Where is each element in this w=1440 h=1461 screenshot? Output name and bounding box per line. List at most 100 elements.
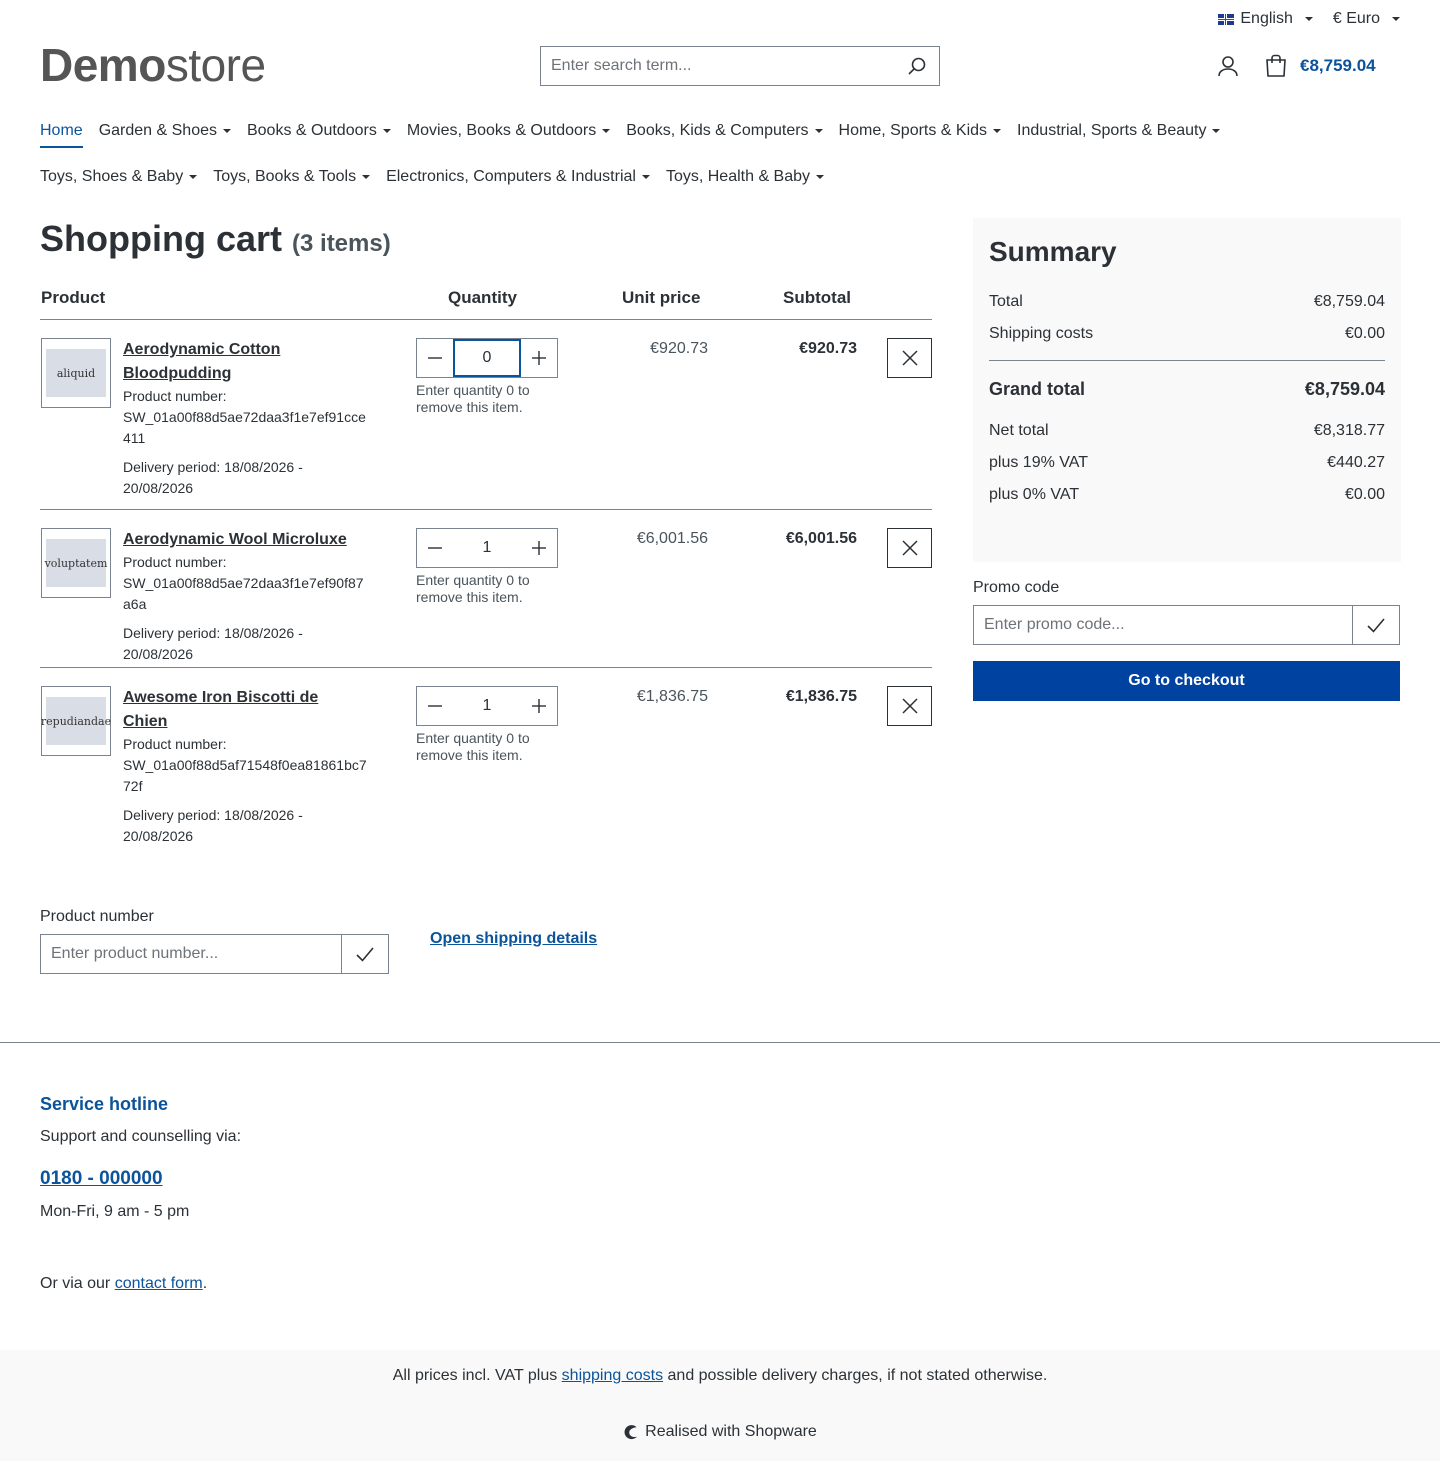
- minus-icon: [428, 705, 442, 707]
- remove-item-button[interactable]: [887, 528, 932, 568]
- language-selector[interactable]: English: [1218, 10, 1313, 28]
- decrease-quantity-button[interactable]: [417, 339, 453, 377]
- delivery-period: Delivery period: 18/08/2026 - 20/08/2026: [123, 625, 303, 662]
- main-navigation: Home Garden & Shoes Books & Outdoors Movies…: [40, 120, 1340, 188]
- footer-bottom: All prices incl. VAT plus shipping costs…: [0, 1350, 1440, 1461]
- apply-promo-button[interactable]: [1352, 606, 1399, 644]
- quantity-hint: Enter quantity 0 to remove this item.: [416, 382, 530, 415]
- product-number-input[interactable]: [41, 935, 341, 973]
- search-box: [540, 46, 940, 86]
- product-image-placeholder: repudiandae: [41, 697, 111, 745]
- quantity-stepper: [416, 338, 558, 378]
- promo-code-label: Promo code: [973, 579, 1060, 596]
- increase-quantity-button[interactable]: [521, 687, 557, 725]
- contact-text: Or via our contact form.: [40, 1275, 208, 1292]
- currency-selector[interactable]: € Euro: [1333, 10, 1400, 28]
- increase-quantity-button[interactable]: [521, 339, 557, 377]
- promo-code-input[interactable]: [974, 606, 1352, 644]
- quantity-hint: Enter quantity 0 to remove this item.: [416, 572, 530, 605]
- product-image-placeholder: aliquid: [46, 349, 106, 397]
- topbar: English € Euro: [1218, 10, 1400, 28]
- caret-down-icon: [222, 129, 231, 133]
- header-quantity: Quantity: [448, 288, 517, 307]
- add-product-button[interactable]: [341, 935, 388, 973]
- summary-divider: [989, 360, 1385, 361]
- uk-flag-icon: [1218, 13, 1235, 25]
- caret-down-icon: [189, 175, 198, 179]
- shopping-bag-icon: [1266, 54, 1286, 77]
- product-image[interactable]: repudiandae: [41, 686, 111, 756]
- cart-table-header: Product Quantity Unit price Subtotal: [40, 288, 932, 320]
- quantity-input[interactable]: [453, 687, 521, 725]
- delivery-period: Delivery period: 18/08/2026 - 20/08/2026: [123, 459, 303, 496]
- nav-item[interactable]: Books, Kids & Computers: [626, 120, 823, 142]
- shopware-logo-icon: [624, 1425, 638, 1440]
- checkout-button[interactable]: Go to checkout: [973, 661, 1400, 701]
- cart-line-item: voluptatem Aerodynamic Wool Microluxe Prod…: [40, 510, 932, 668]
- nav-item[interactable]: Garden & Shoes: [99, 120, 231, 142]
- language-label: English: [1240, 10, 1293, 27]
- product-number-label: Product number:: [123, 554, 227, 570]
- product-number: SW_01a00f88d5ae72daa3f1e7ef91cce411: [123, 409, 366, 446]
- line-subtotal: €920.73: [799, 340, 857, 357]
- product-image[interactable]: aliquid: [41, 338, 111, 408]
- add-product-form: [40, 934, 389, 974]
- search-input[interactable]: [541, 47, 895, 85]
- unit-price: €6,001.56: [636, 530, 708, 547]
- hotline-phone-link[interactable]: 0180 - 000000: [40, 1168, 163, 1190]
- product-name-link[interactable]: Awesome Iron Biscotti de Chien: [123, 686, 368, 734]
- checkmark-icon: [1367, 618, 1385, 633]
- search-button[interactable]: [895, 47, 939, 85]
- footer-divider: [0, 1042, 1440, 1043]
- summary-panel: Summary Total €8,759.04 Shipping costs €0.…: [973, 218, 1401, 562]
- delivery-period: Delivery period: 18/08/2026 - 20/08/2026: [123, 807, 303, 844]
- user-icon: [1218, 56, 1238, 77]
- quantity-input[interactable]: [453, 339, 521, 377]
- nav-item[interactable]: Books & Outdoors: [247, 120, 391, 142]
- account-button[interactable]: [1216, 54, 1240, 83]
- increase-quantity-button[interactable]: [521, 529, 557, 567]
- header-subtotal: Subtotal: [783, 288, 851, 307]
- nav-item[interactable]: Electronics, Computers & Industrial: [386, 166, 650, 188]
- decrease-quantity-button[interactable]: [417, 687, 453, 725]
- nav-item[interactable]: Toys, Shoes & Baby: [40, 166, 198, 188]
- cart-line-item: aliquid Aerodynamic Cotton Bloodpudding Pro…: [40, 320, 932, 510]
- promo-code-form: [973, 605, 1400, 645]
- caret-down-icon: [1392, 17, 1400, 21]
- product-image[interactable]: voluptatem: [41, 528, 111, 598]
- page-title: Shopping cart (3 items): [40, 218, 391, 259]
- hotline-subtitle: Support and counselling via:: [40, 1128, 242, 1145]
- plus-icon: [532, 351, 546, 365]
- unit-price: €1,836.75: [636, 688, 708, 705]
- contact-form-link[interactable]: contact form: [115, 1275, 203, 1292]
- nav-item[interactable]: Industrial, Sports & Beauty: [1017, 120, 1221, 142]
- nav-item[interactable]: Movies, Books & Outdoors: [407, 120, 611, 142]
- remove-item-button[interactable]: [887, 686, 932, 726]
- quantity-hint: Enter quantity 0 to remove this item.: [416, 730, 530, 763]
- product-number: SW_01a00f88d5af71548f0ea81861bc772f: [123, 757, 367, 794]
- decrease-quantity-button[interactable]: [417, 529, 453, 567]
- realised-with-shopware[interactable]: Realised with Shopware: [0, 1423, 1440, 1441]
- open-shipping-details-link[interactable]: Open shipping details: [430, 930, 597, 948]
- cart-total: €8,759.04: [1300, 56, 1376, 75]
- shipping-costs-link[interactable]: shipping costs: [562, 1367, 663, 1384]
- unit-price: €920.73: [650, 340, 708, 357]
- header-product: Product: [41, 288, 106, 307]
- nav-item[interactable]: Toys, Health & Baby: [666, 166, 825, 188]
- checkmark-icon: [356, 947, 374, 962]
- nav-item[interactable]: Home, Sports & Kids: [839, 120, 1002, 142]
- nav-item[interactable]: Toys, Books & Tools: [213, 166, 371, 188]
- caret-down-icon: [816, 175, 825, 179]
- summary-title: Summary: [989, 236, 1117, 267]
- product-name-link[interactable]: Aerodynamic Wool Microluxe: [123, 528, 368, 552]
- nav-item[interactable]: Home: [40, 120, 83, 148]
- product-name-link[interactable]: Aerodynamic Cotton Bloodpudding: [123, 338, 368, 386]
- caret-down-icon: [382, 129, 391, 133]
- store-logo[interactable]: Demostore: [40, 38, 266, 92]
- summary-vat19-row: plus 19% VAT €440.27: [989, 454, 1385, 471]
- cart-button[interactable]: €8,759.04: [1264, 54, 1376, 78]
- line-subtotal: €6,001.56: [785, 530, 857, 547]
- quantity-input[interactable]: [453, 529, 521, 567]
- remove-item-button[interactable]: [887, 338, 932, 378]
- summary-vat0-row: plus 0% VAT €0.00: [989, 486, 1385, 503]
